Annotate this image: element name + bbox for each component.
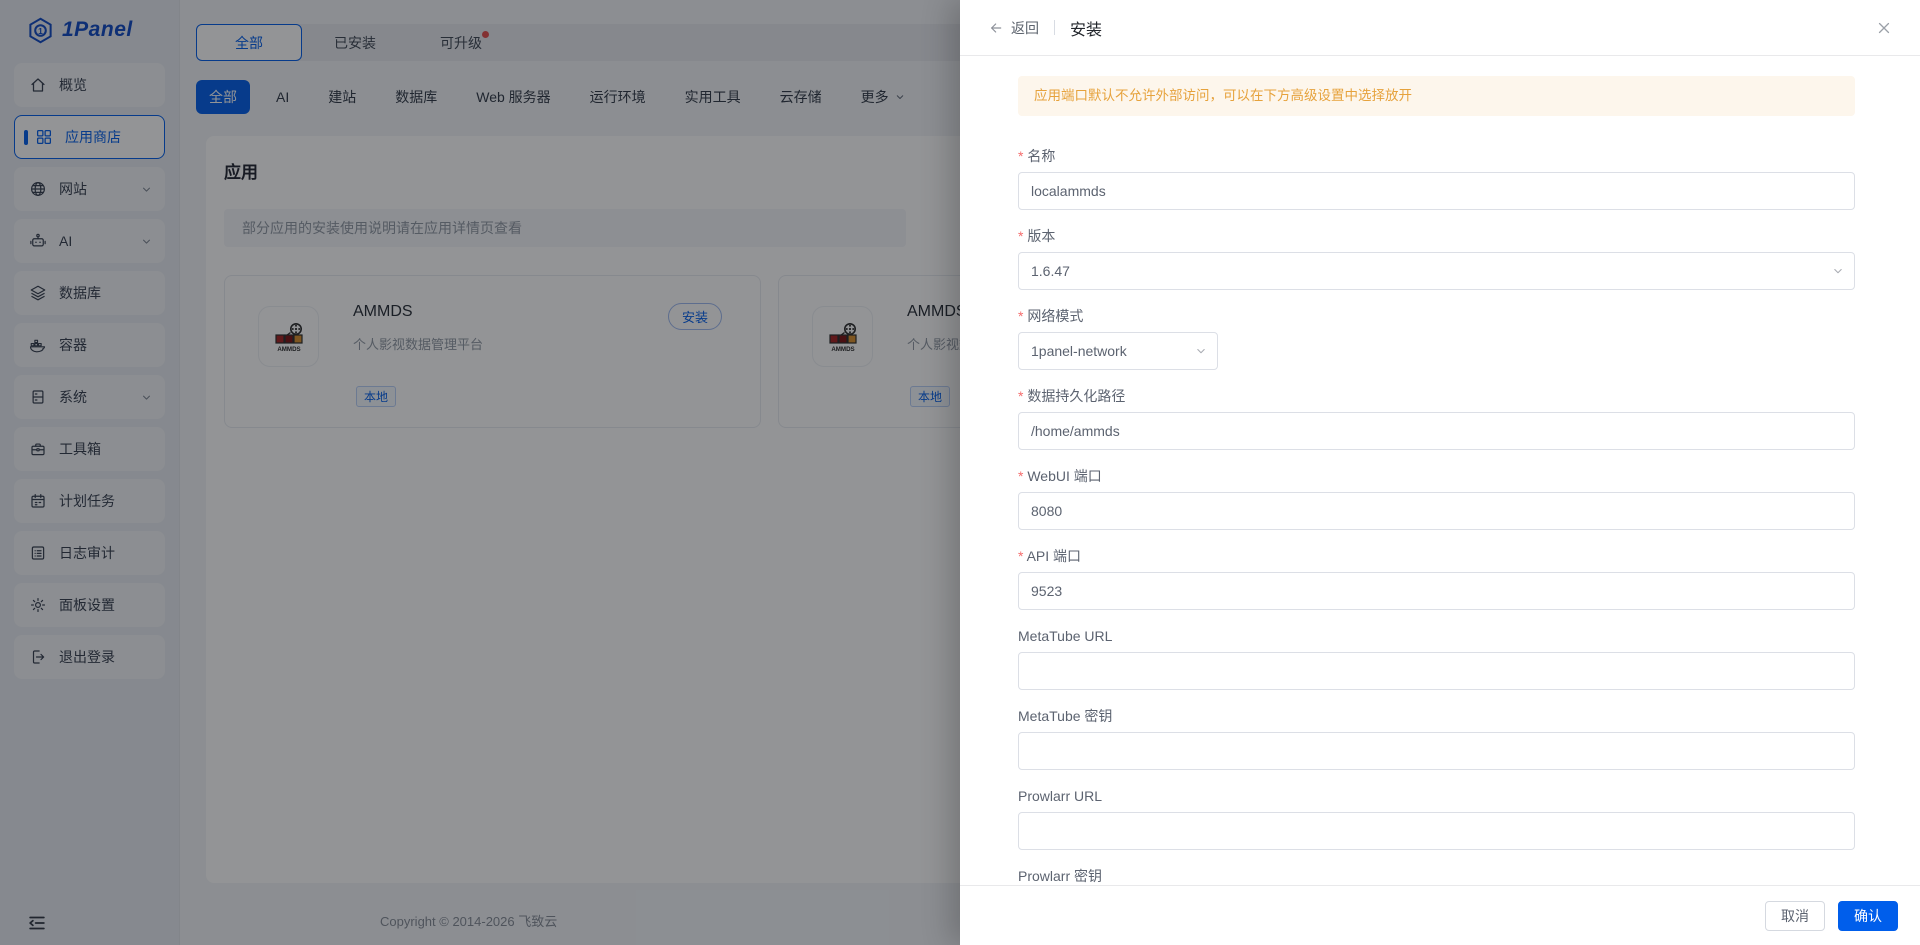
field-prowlarr-secret: Prowlarr 密钥 (1018, 866, 1855, 885)
back-arrow-icon (991, 22, 1002, 33)
field-data-path: 数据持久化路径 (1018, 386, 1855, 450)
header-divider (1054, 20, 1055, 35)
webui-port-input[interactable] (1018, 492, 1855, 530)
api-port-input[interactable] (1018, 572, 1855, 610)
data-path-input[interactable] (1018, 412, 1855, 450)
drawer-title: 安装 (1070, 21, 1103, 39)
port-warning-alert: 应用端口默认不允许外部访问，可以在下方高级设置中选择放开 (1018, 76, 1855, 116)
install-form: 应用端口默认不允许外部访问，可以在下方高级设置中选择放开 名称 版本 网络模式 (960, 57, 1920, 885)
field-label: WebUI 端口 (1018, 466, 1855, 486)
back-button[interactable]: 返回 (988, 18, 1039, 38)
metatube-secret-input[interactable] (1018, 732, 1855, 770)
field-version: 版本 (1018, 226, 1855, 290)
field-webui-port: WebUI 端口 (1018, 466, 1855, 530)
network-mode-select[interactable] (1018, 332, 1218, 370)
field-prowlarr-url: Prowlarr URL (1018, 786, 1855, 850)
field-label: MetaTube 密钥 (1018, 708, 1113, 724)
field-label: Prowlarr 密钥 (1018, 868, 1103, 884)
field-api-port: API 端口 (1018, 546, 1855, 610)
field-label: 数据持久化路径 (1018, 386, 1855, 406)
field-label: 版本 (1018, 226, 1855, 246)
back-label: 返回 (1011, 19, 1039, 36)
cancel-button[interactable]: 取消 (1765, 900, 1825, 931)
field-metatube-url: MetaTube URL (1018, 626, 1855, 690)
close-button[interactable] (1875, 19, 1893, 37)
confirm-button[interactable]: 确认 (1838, 900, 1898, 931)
drawer-footer: 取消 确认 (960, 885, 1920, 945)
field-metatube-secret: MetaTube 密钥 (1018, 706, 1855, 770)
field-name: 名称 (1018, 146, 1855, 210)
field-label: 名称 (1018, 146, 1855, 166)
prowlarr-url-input[interactable] (1018, 812, 1855, 850)
close-icon (1878, 22, 1890, 33)
metatube-url-input[interactable] (1018, 652, 1855, 690)
install-drawer: 返回 安装 应用端口默认不允许外部访问，可以在下方高级设置中选择放开 名称 版本 (960, 0, 1920, 945)
field-network-mode: 网络模式 (1018, 306, 1855, 370)
field-label: Prowlarr URL (1018, 788, 1103, 804)
version-select[interactable] (1018, 252, 1855, 290)
field-label: API 端口 (1018, 546, 1855, 566)
name-input[interactable] (1018, 172, 1855, 210)
screen: 1Panel 概览 应用商店 网站 AI 数据库 容器 系统 工具箱 计划任务 … (0, 0, 1920, 945)
drawer-header: 返回 安装 (960, 0, 1920, 56)
field-label: 网络模式 (1018, 306, 1855, 326)
field-label: MetaTube URL (1018, 628, 1113, 644)
